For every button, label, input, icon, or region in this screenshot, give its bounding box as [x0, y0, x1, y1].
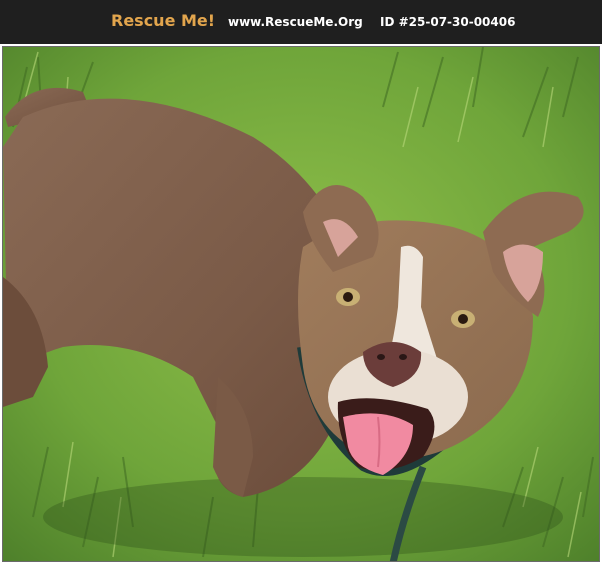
dog-photo: [2, 46, 600, 562]
header-banner: Rescue Me! www.RescueMe.Org ID #25-07-30…: [0, 0, 602, 44]
pet-id-text: ID #25-07-30-00406: [380, 15, 516, 29]
photo-frame: [0, 44, 602, 565]
rescue-me-logo[interactable]: Rescue Me!: [111, 11, 215, 30]
site-url-text[interactable]: www.RescueMe.Org: [228, 15, 363, 29]
dog-illustration: [3, 47, 599, 561]
dog-shadow: [43, 477, 563, 557]
